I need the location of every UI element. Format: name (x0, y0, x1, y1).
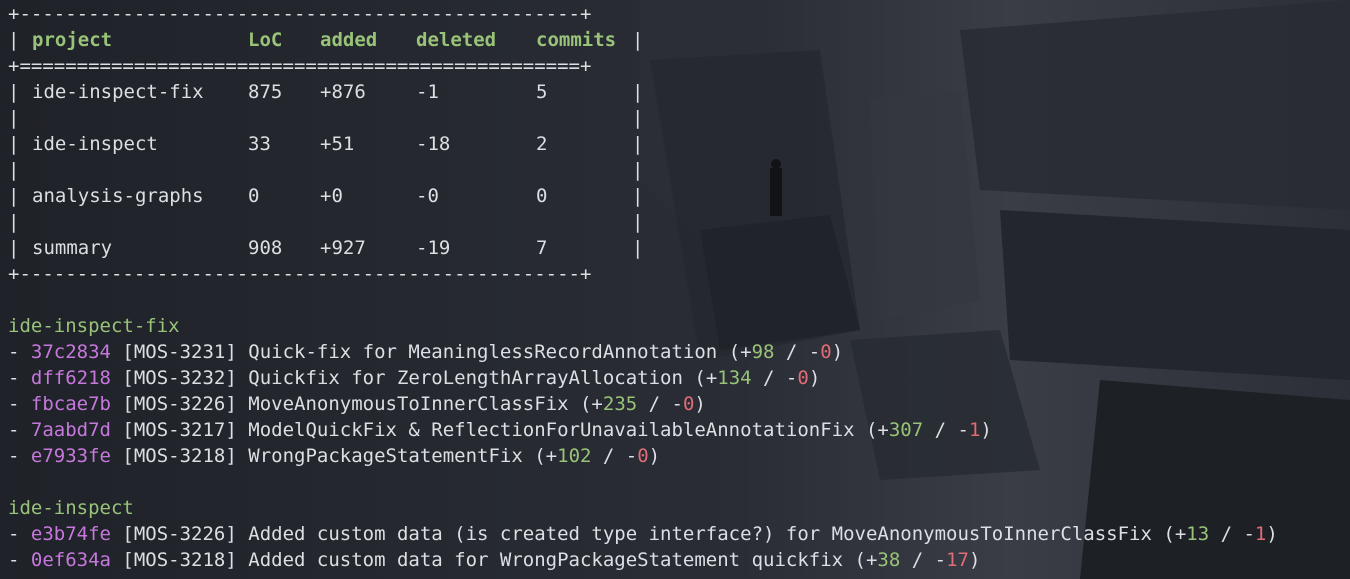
commit-message: [MOS-3231] Quick-fix for MeaninglessReco… (122, 341, 718, 363)
deleted-count: 0 (820, 341, 832, 363)
table-row-spacer: | | (8, 107, 644, 129)
table-border-top: +---------------------------------------… (8, 3, 592, 25)
section-title-ide-inspect-fix: ide-inspect-fix (8, 315, 180, 337)
table-border-bottom: +---------------------------------------… (8, 263, 592, 285)
added-count: 98 (751, 341, 775, 363)
commit-line: - 0ef634a [MOS-3218] Added custom data f… (8, 549, 981, 571)
column-header-loc: LoC (248, 29, 283, 51)
table-border-header: +=======================================… (8, 55, 592, 77)
added-count: 13 (1186, 523, 1210, 545)
deleted-count: 0 (797, 367, 809, 389)
commit-hash: e3b74fe (30, 523, 111, 545)
added-count: 134 (717, 367, 752, 389)
commit-line: - e3b74fe [MOS-3226] Added custom data (… (8, 523, 1278, 545)
deleted-count: 1 (1254, 523, 1267, 545)
deleted-count: 0 (682, 393, 695, 415)
column-header-added: added (320, 29, 378, 51)
table-header-row: | project LoC added deleted commits | (8, 29, 644, 51)
table-row: | analysis-graphs 0 +0 -0 0 | (8, 185, 644, 207)
commit-line: - 37c2834 [MOS-3231] Quick-fix for Meani… (8, 341, 844, 363)
added-count: 38 (877, 549, 901, 571)
column-header-project: project (32, 29, 113, 51)
commit-hash: 7aabd7d (30, 419, 111, 441)
commit-hash: fbcae7b (30, 393, 111, 415)
commit-message: [MOS-3218] Added custom data for WrongPa… (122, 549, 844, 571)
commit-message: [MOS-3226] Added custom data (is created… (122, 523, 1152, 545)
commit-message: [MOS-3218] WrongPackageStatementFix (122, 445, 523, 467)
deleted-count: 1 (968, 419, 981, 441)
commit-message: [MOS-3226] MoveAnonymousToInnerClassFix (122, 393, 569, 415)
column-header-deleted: deleted (416, 29, 497, 51)
deleted-count: 0 (637, 445, 649, 467)
added-count: 307 (888, 419, 924, 441)
table-row: | ide-inspect-fix 875 +876 -1 5 | (8, 81, 644, 103)
deleted-count: 17 (946, 549, 969, 571)
commit-line: - 7aabd7d [MOS-3217] ModelQuickFix & Ref… (8, 419, 992, 441)
added-count: 235 (602, 393, 638, 415)
table-row-spacer: | | (8, 159, 644, 181)
commit-hash: dff6218 (30, 367, 111, 389)
commit-hash: 0ef634a (30, 549, 111, 571)
commit-message: [MOS-3217] ModelQuickFix & ReflectionFor… (122, 419, 855, 441)
commit-line: - e7933fe [MOS-3218] WrongPackageStateme… (8, 445, 661, 467)
commit-line: - dff6218 [MOS-3232] Quickfix for ZeroLe… (8, 367, 821, 389)
table-row-summary: | summary 908 +927 -19 7 | (8, 237, 644, 259)
section-title-ide-inspect: ide-inspect (8, 497, 134, 519)
column-header-commits: commits (536, 29, 617, 51)
added-count: 102 (557, 445, 592, 467)
table-row-spacer: | | (8, 211, 644, 233)
commit-message: [MOS-3232] Quickfix for ZeroLengthArrayA… (122, 367, 683, 389)
commit-line: - fbcae7b [MOS-3226] MoveAnonymousToInne… (8, 393, 706, 415)
commit-hash: 37c2834 (30, 341, 111, 363)
table-row: | ide-inspect 33 +51 -18 2 | (8, 133, 644, 155)
commit-hash: e7933fe (30, 445, 111, 467)
